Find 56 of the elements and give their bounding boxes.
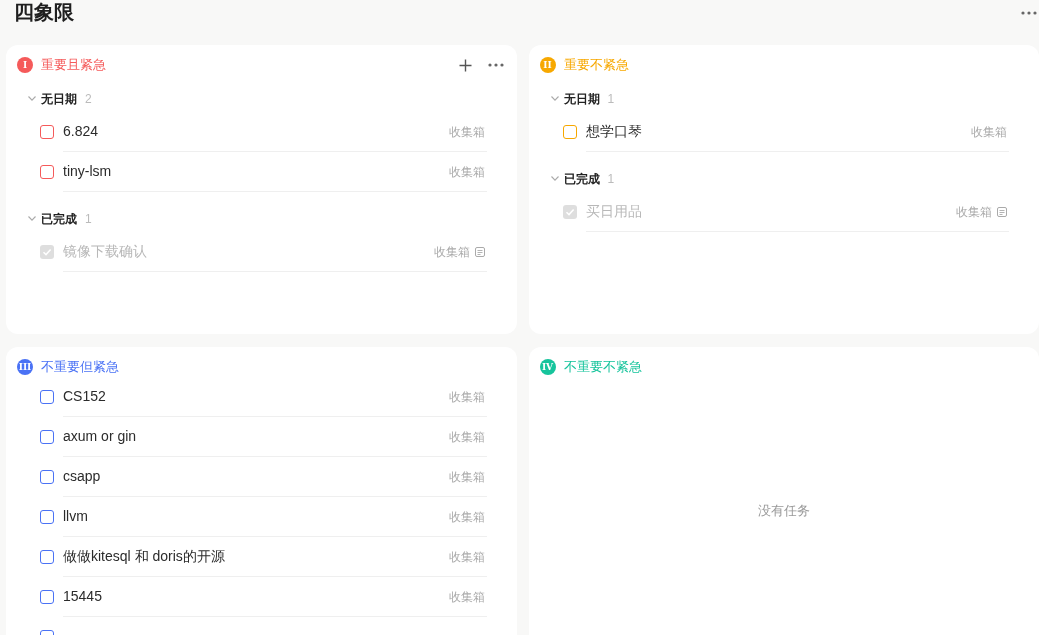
chevron-down-icon[interactable] [28, 96, 36, 101]
task-checkbox[interactable] [40, 165, 54, 179]
task-list-label: 收集箱 [448, 508, 485, 526]
quadrant-title: 不重要但紧急 [41, 358, 119, 377]
group-count: 1 [607, 90, 615, 108]
quadrant-title: 重要不紧急 [563, 56, 629, 75]
task-title[interactable]: axum or gin [63, 426, 137, 447]
task-title[interactable]: 6.824 [63, 121, 99, 142]
chevron-down-icon[interactable] [550, 176, 559, 181]
task-list-label: 收集箱 [971, 123, 1007, 141]
add-icon[interactable] [458, 58, 472, 72]
checked-checkbox[interactable] [562, 205, 577, 219]
task-checkbox[interactable] [40, 125, 54, 139]
group-title[interactable]: 已完成 [563, 169, 600, 188]
task-list-label: 收集箱 [956, 203, 992, 221]
task-checkbox[interactable] [40, 510, 54, 524]
checked-checkbox[interactable] [40, 245, 54, 259]
group-count: 1 [85, 210, 92, 228]
task-title[interactable]: 做做kitesql 和 doris的开源 [63, 546, 225, 567]
task-title[interactable]: csapp [63, 466, 101, 487]
task-title[interactable]: tiny-lsm [63, 161, 112, 182]
task-checkbox[interactable] [40, 430, 54, 444]
task-list-label: 收集箱 [448, 588, 485, 606]
task-checkbox[interactable] [562, 125, 577, 139]
task-list-label: 收集箱 [448, 548, 485, 566]
quadrant-badge: III [17, 359, 33, 375]
task-list-label: 收集箱 [448, 163, 485, 181]
task-title[interactable]: 想学口琴 [585, 121, 642, 142]
chevron-down-icon[interactable] [28, 216, 36, 221]
group-count: 1 [607, 170, 615, 188]
task-list-label: 收集箱 [433, 243, 470, 261]
task-checkbox[interactable] [40, 470, 54, 484]
task-checkbox[interactable] [40, 590, 54, 604]
more-icon[interactable] [487, 63, 504, 67]
task-list-label: 收集箱 [448, 428, 485, 446]
task-checkbox[interactable] [40, 550, 54, 564]
task-list-label: 收集箱 [448, 388, 485, 406]
quadrant-title: 不重要不紧急 [563, 358, 642, 377]
task-checkbox[interactable] [40, 390, 54, 404]
group-title[interactable]: 无日期 [41, 89, 77, 108]
task-title[interactable]: CS152 [63, 386, 106, 407]
task-title[interactable]: 15445 [63, 586, 102, 607]
quadrant-badge: I [17, 57, 33, 73]
task-list-label: 收集箱 [448, 468, 485, 486]
group-count: 2 [85, 90, 92, 108]
group-title[interactable]: 无日期 [563, 89, 600, 108]
chevron-down-icon[interactable] [550, 96, 559, 101]
quadrant-badge: IV [539, 359, 556, 375]
task-list-label: 收集箱 [448, 123, 485, 141]
group-title[interactable]: 已完成 [41, 209, 77, 228]
quadrant-title: 重要且紧急 [41, 56, 106, 75]
task-title[interactable]: llvm [63, 506, 88, 527]
page-title: 四象限 [14, 0, 74, 24]
quadrant-badge: II [539, 57, 556, 73]
empty-message: 没有任务 [757, 502, 810, 521]
more-icon[interactable] [1021, 11, 1037, 15]
